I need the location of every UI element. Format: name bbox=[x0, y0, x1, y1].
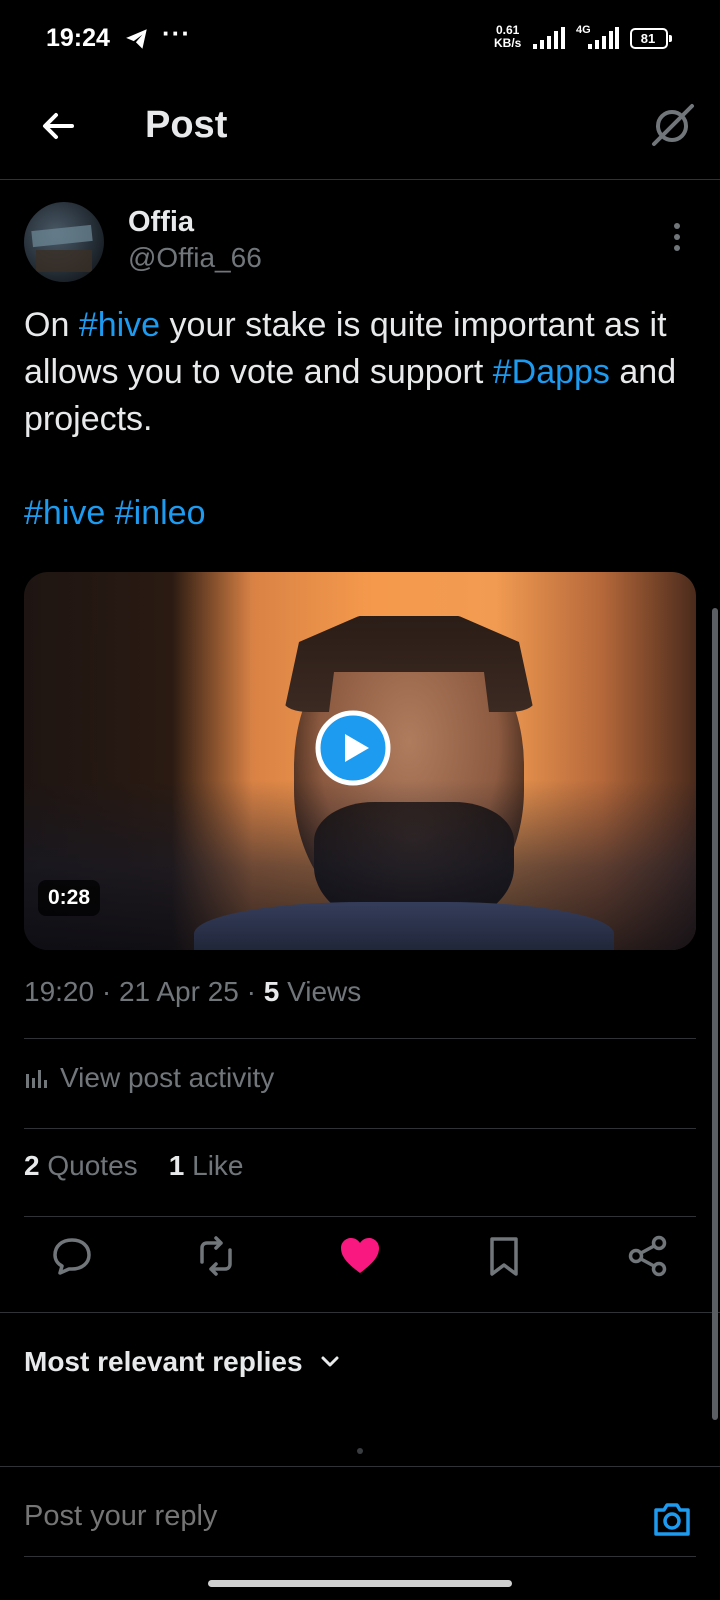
hashtag-link[interactable]: #inleo bbox=[115, 494, 206, 532]
video-player[interactable]: 0:28 bbox=[24, 572, 696, 950]
back-arrow-icon[interactable] bbox=[38, 106, 78, 146]
battery-icon: 81 bbox=[630, 28, 672, 49]
views-label: Views bbox=[287, 976, 362, 1007]
activity-label: View post activity bbox=[60, 1062, 275, 1093]
author-handle[interactable]: @Offia_66 bbox=[128, 242, 262, 274]
scrollbar[interactable] bbox=[712, 608, 718, 1420]
post-text: On #hive your stake is quite important a… bbox=[24, 302, 694, 537]
like-heart-icon[interactable] bbox=[338, 1234, 382, 1278]
page-title: Post bbox=[145, 104, 228, 146]
loading-dot bbox=[357, 1448, 363, 1454]
hashtag-link[interactable]: #hive bbox=[24, 494, 105, 532]
post-date: 21 Apr 25 bbox=[118, 976, 239, 1007]
engagement-counts: 2 Quotes 1 Like bbox=[24, 1150, 244, 1182]
divider bbox=[0, 1466, 720, 1467]
reply-sort-dropdown[interactable]: Most relevant replies bbox=[24, 1346, 341, 1378]
telegram-icon bbox=[126, 29, 147, 49]
analytics-icon bbox=[26, 1070, 47, 1088]
chevron-down-icon bbox=[321, 1356, 339, 1367]
reply-icon[interactable] bbox=[50, 1234, 94, 1278]
signal-icon-2 bbox=[588, 27, 619, 49]
likes-link[interactable]: 1 Like bbox=[169, 1150, 244, 1181]
gesture-navigation-bar[interactable] bbox=[208, 1580, 512, 1587]
divider bbox=[0, 1312, 720, 1313]
share-icon[interactable] bbox=[626, 1234, 670, 1278]
status-time: 19:24 bbox=[46, 24, 110, 52]
avatar[interactable] bbox=[24, 202, 104, 282]
hashtag-link[interactable]: #Dapps bbox=[493, 353, 610, 391]
video-duration: 0:28 bbox=[38, 880, 101, 916]
view-post-activity-link[interactable]: View post activity bbox=[24, 1062, 274, 1094]
status-bar: 19:24 ··· 0.61 KB/s 4G 81 bbox=[0, 0, 720, 80]
signal-icon bbox=[533, 27, 565, 49]
reply-sort-label: Most relevant replies bbox=[24, 1346, 303, 1377]
post-time: 19:20 bbox=[24, 976, 95, 1007]
quotes-link[interactable]: 2 Quotes bbox=[24, 1150, 138, 1181]
views-count: 5 bbox=[263, 976, 280, 1007]
network-speed: 0.61 KB/s bbox=[494, 23, 522, 50]
divider bbox=[24, 1038, 696, 1039]
more-options-icon[interactable] bbox=[672, 222, 682, 252]
repost-icon[interactable] bbox=[194, 1234, 238, 1278]
top-app-bar: Post bbox=[0, 80, 720, 180]
divider bbox=[24, 1556, 696, 1557]
post-text-segment: On bbox=[24, 306, 79, 344]
post-action-bar bbox=[0, 1212, 720, 1302]
more-notifications-icon: ··· bbox=[162, 18, 191, 48]
post-meta: 19:20 · 21 Apr 25 · 5 Views bbox=[24, 976, 362, 1007]
camera-icon[interactable] bbox=[652, 1500, 692, 1538]
bookmark-icon[interactable] bbox=[482, 1234, 526, 1278]
grok-icon[interactable] bbox=[650, 100, 696, 150]
author-name[interactable]: Offia bbox=[128, 206, 194, 239]
battery-level: 81 bbox=[640, 31, 656, 46]
reply-input[interactable] bbox=[24, 1500, 624, 1533]
play-icon[interactable] bbox=[315, 710, 391, 786]
divider bbox=[24, 1128, 696, 1129]
hashtag-link[interactable]: #hive bbox=[79, 306, 160, 344]
